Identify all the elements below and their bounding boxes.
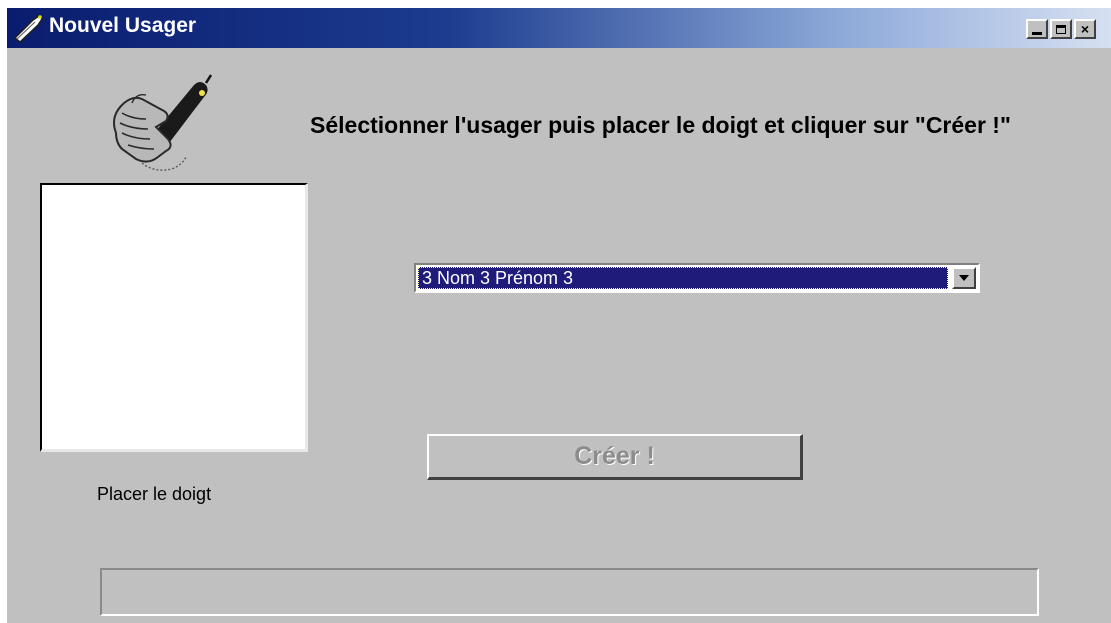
close-button[interactable]: × <box>1074 19 1096 39</box>
minimize-button[interactable] <box>1026 19 1048 39</box>
instruction-text: Sélectionner l'usager puis placer le doi… <box>310 112 1011 138</box>
status-bar <box>100 568 1039 616</box>
preview-label: Placer le doigt <box>97 484 212 504</box>
maximize-icon <box>1056 24 1066 34</box>
minimize-icon <box>1032 31 1042 35</box>
title-bar[interactable]: Nouvel Usager × <box>7 8 1111 48</box>
dropdown-button[interactable] <box>952 267 976 289</box>
maximize-button[interactable] <box>1050 19 1072 39</box>
fingerprint-mouse-icon <box>13 15 43 43</box>
user-select-value[interactable]: 3 Nom 3 Prénom 3 <box>418 267 948 289</box>
create-button[interactable]: Créer ! <box>427 434 803 480</box>
finger-on-sensor-icon <box>113 74 212 171</box>
chevron-down-icon <box>959 275 969 281</box>
user-select[interactable]: 3 Nom 3 Prénom 3 <box>414 263 980 293</box>
window-title: Nouvel Usager <box>49 14 197 37</box>
new-user-window: Nouvel Usager × Sélectionner l'usager pu… <box>7 8 1111 623</box>
fingerprint-preview <box>40 183 308 452</box>
close-icon: × <box>1080 21 1090 37</box>
